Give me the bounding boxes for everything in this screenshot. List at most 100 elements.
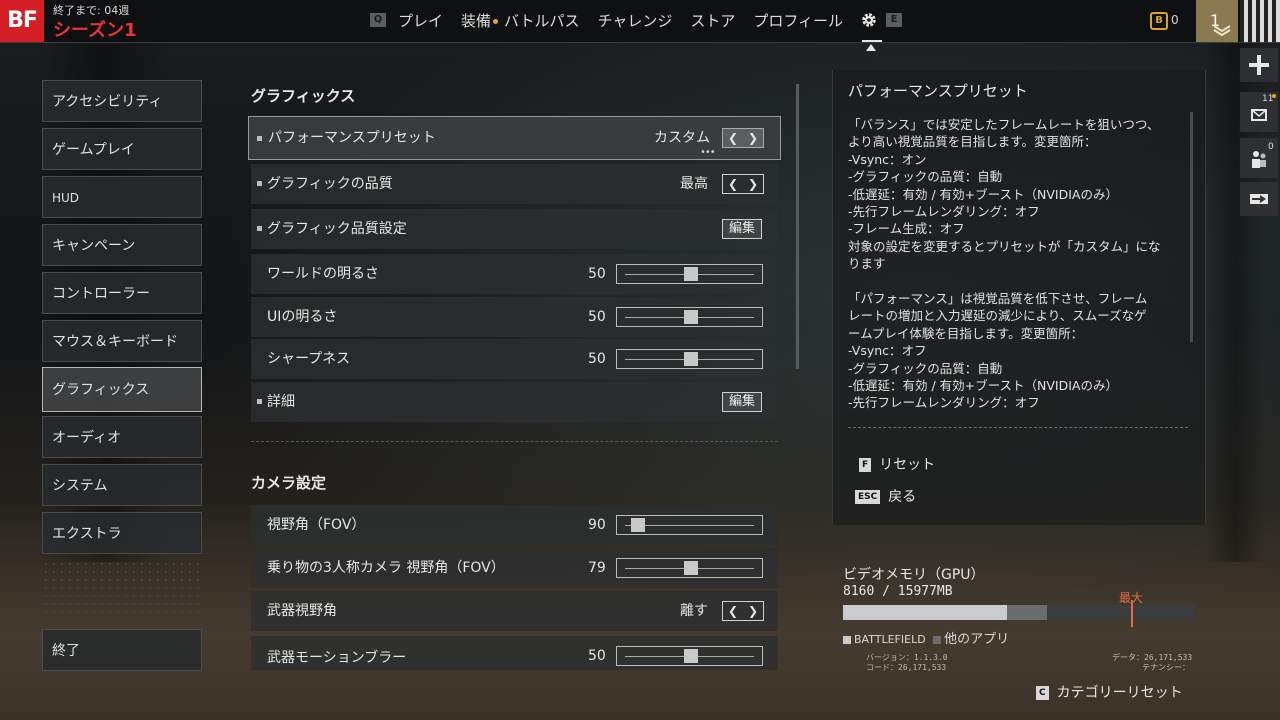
slider-handle[interactable] xyxy=(683,310,698,324)
slider-handle[interactable] xyxy=(683,267,698,281)
sharpness-slider[interactable] xyxy=(616,349,763,369)
friends-button[interactable]: 0 xyxy=(1240,138,1278,178)
category-reset-button[interactable]: C カテゴリーリセット xyxy=(1036,682,1183,702)
slider-handle[interactable] xyxy=(683,561,698,575)
vram-legend: BATTLEFIELD 他のアプリ xyxy=(843,628,1009,647)
nav-tab-challenges[interactable]: チャレンジ xyxy=(597,10,672,31)
back-label: 戻る xyxy=(888,489,917,505)
add-button[interactable] xyxy=(1240,48,1278,82)
season-name: シーズン1 xyxy=(53,20,137,41)
mail-button[interactable]: 11 xyxy=(1240,92,1278,132)
chevron-right-icon[interactable]: ❯ xyxy=(743,602,763,620)
setting-row-sharpness[interactable]: シャープネス 50 xyxy=(251,339,778,379)
category-reset-label: カテゴリーリセット xyxy=(1056,685,1183,701)
setting-row-world-brightness[interactable]: ワールドの明るさ 50 xyxy=(251,254,778,294)
chevron-left-icon[interactable]: ❮ xyxy=(723,175,743,193)
mail-count: 11 xyxy=(1262,94,1274,104)
quit-button[interactable]: 終了 xyxy=(42,629,202,671)
info-panel-line: ります xyxy=(848,256,886,272)
vehicle-fov-slider[interactable] xyxy=(616,558,763,578)
sidebar-item-campaign[interactable]: キャンペーン xyxy=(42,224,202,266)
sidebar-item-graphics[interactable]: グラフィックス xyxy=(42,367,202,412)
nav-tab-profile[interactable]: プロフィール xyxy=(753,10,843,31)
world-brightness-slider[interactable] xyxy=(616,264,763,284)
setting-row-details[interactable]: 詳細 編集 xyxy=(251,382,778,422)
chevron-right-icon[interactable]: ❯ xyxy=(743,129,763,147)
battlefield-coin-icon: B xyxy=(1150,12,1168,30)
chevron-left-icon[interactable]: ❮ xyxy=(723,602,743,620)
key-hint-c: C xyxy=(1036,686,1049,700)
info-panel-line: -低遅延：有効 / 有効+ブースト（NVIDIAのみ） xyxy=(848,378,1118,393)
value-stepper: ❮ ❯ xyxy=(722,128,764,148)
info-panel-scrollbar[interactable] xyxy=(1190,112,1193,342)
chevron-left-icon[interactable]: ❮ xyxy=(723,129,743,147)
ui-brightness-slider[interactable] xyxy=(616,307,763,327)
setting-label: ワールドの明るさ xyxy=(267,266,379,282)
legend-other-apps: 他のアプリ xyxy=(944,632,1010,647)
key-hint-f: F xyxy=(859,458,872,472)
exit-panel-button[interactable] xyxy=(1240,182,1278,216)
vram-usage-bar xyxy=(843,600,1194,627)
info-panel-line: -先行フレームレンダリング：オフ xyxy=(848,204,1040,219)
edit-button[interactable]: 編集 xyxy=(722,219,762,239)
info-panel-line: ームプレイ体験を目指します。変更箇所： xyxy=(848,325,1084,341)
setting-label: グラフィックの品質 xyxy=(267,176,393,192)
setting-label: シャープネス xyxy=(267,351,351,367)
info-panel-line: 対象の設定を変更するとプリセットが「カスタム」にな xyxy=(848,238,1161,254)
nav-tab-store[interactable]: ストア xyxy=(690,10,735,31)
slider-handle[interactable] xyxy=(683,649,698,663)
setting-row-vehicle-fov[interactable]: 乗り物の3人称カメラ 視野角（FOV） 79 xyxy=(251,548,778,588)
player-avatar[interactable] xyxy=(1240,0,1280,42)
setting-row-graphics-quality[interactable]: グラフィックの品質 最高 ❮ ❯ xyxy=(251,164,778,204)
weapon-motion-blur-slider[interactable] xyxy=(616,646,763,666)
sidebar-item-controller[interactable]: コントローラー xyxy=(42,272,202,314)
fov-slider[interactable] xyxy=(616,515,763,535)
info-panel-line: -グラフィックの品質：自動 xyxy=(848,360,1003,376)
more-dots-icon: ••• xyxy=(700,147,716,158)
setting-row-weapon-motion-blur[interactable]: 武器モーションブラー 50 xyxy=(251,636,778,670)
sidebar-item-audio[interactable]: オーディオ xyxy=(42,416,202,458)
sidebar-item-accessibility[interactable]: アクセシビリティ xyxy=(42,80,202,122)
settings-scrollbar[interactable] xyxy=(796,84,799,369)
vram-usage: 8160 / 15977MB xyxy=(843,584,953,599)
nav-tab-play[interactable]: プレイ xyxy=(398,10,443,31)
slider-handle[interactable] xyxy=(683,352,698,366)
slider-value: 50 xyxy=(588,266,606,282)
settings-gear-icon[interactable] xyxy=(860,11,878,29)
setting-label: UIの明るさ xyxy=(267,309,338,325)
setting-label: 視野角（FOV） xyxy=(267,517,366,533)
setting-label: 乗り物の3人称カメラ 視野角（FOV） xyxy=(267,560,505,576)
info-panel-divider xyxy=(848,427,1188,428)
bullet-icon xyxy=(257,226,262,231)
key-hint-esc: ESC xyxy=(855,490,881,504)
back-button[interactable]: ESC 戻る xyxy=(855,486,916,506)
edit-button[interactable]: 編集 xyxy=(722,392,762,412)
setting-label: 詳細 xyxy=(267,394,295,410)
setting-row-ui-brightness[interactable]: UIの明るさ 50 xyxy=(251,297,778,337)
main-nav: Q プレイ 装備 バトルパス チャレンジ ストア プロフィール E xyxy=(370,0,903,40)
info-panel-line: -Vsync：オフ xyxy=(848,343,927,359)
exit-arrow-icon xyxy=(1250,194,1268,204)
sidebar-item-hud[interactable]: HUD xyxy=(42,176,202,218)
slider-handle[interactable] xyxy=(631,518,646,532)
legend-battlefield: BATTLEFIELD xyxy=(854,633,926,646)
value-stepper: ❮ ❯ xyxy=(722,601,764,621)
nav-tab-equipment-label: 装備 xyxy=(461,11,492,30)
vram-max-marker xyxy=(1130,600,1133,627)
active-tab-indicator xyxy=(862,40,882,42)
nav-tab-equipment[interactable]: 装備 xyxy=(461,10,499,31)
slider-value: 90 xyxy=(588,517,606,533)
sidebar-item-system[interactable]: システム xyxy=(42,464,202,506)
setting-row-weapon-fov[interactable]: 武器視野角 離す ❮ ❯ xyxy=(251,591,778,631)
nav-tab-battlepass[interactable]: バトルパス xyxy=(504,10,579,31)
section-title-graphics: グラフィックス xyxy=(251,87,356,105)
slider-value: 79 xyxy=(588,560,606,576)
setting-row-graphics-quality-settings[interactable]: グラフィック品質設定 編集 xyxy=(251,209,778,249)
sidebar-item-mouse-keyboard[interactable]: マウス＆キーボード xyxy=(42,320,202,362)
sidebar-item-extra[interactable]: エクストラ xyxy=(42,512,202,554)
code-info: コード：26,171,533 xyxy=(866,663,947,672)
reset-button[interactable]: F リセット xyxy=(859,454,935,474)
sidebar-item-gameplay[interactable]: ゲームプレイ xyxy=(42,128,202,170)
chevron-right-icon[interactable]: ❯ xyxy=(743,175,763,193)
setting-row-fov[interactable]: 視野角（FOV） 90 xyxy=(251,505,778,545)
